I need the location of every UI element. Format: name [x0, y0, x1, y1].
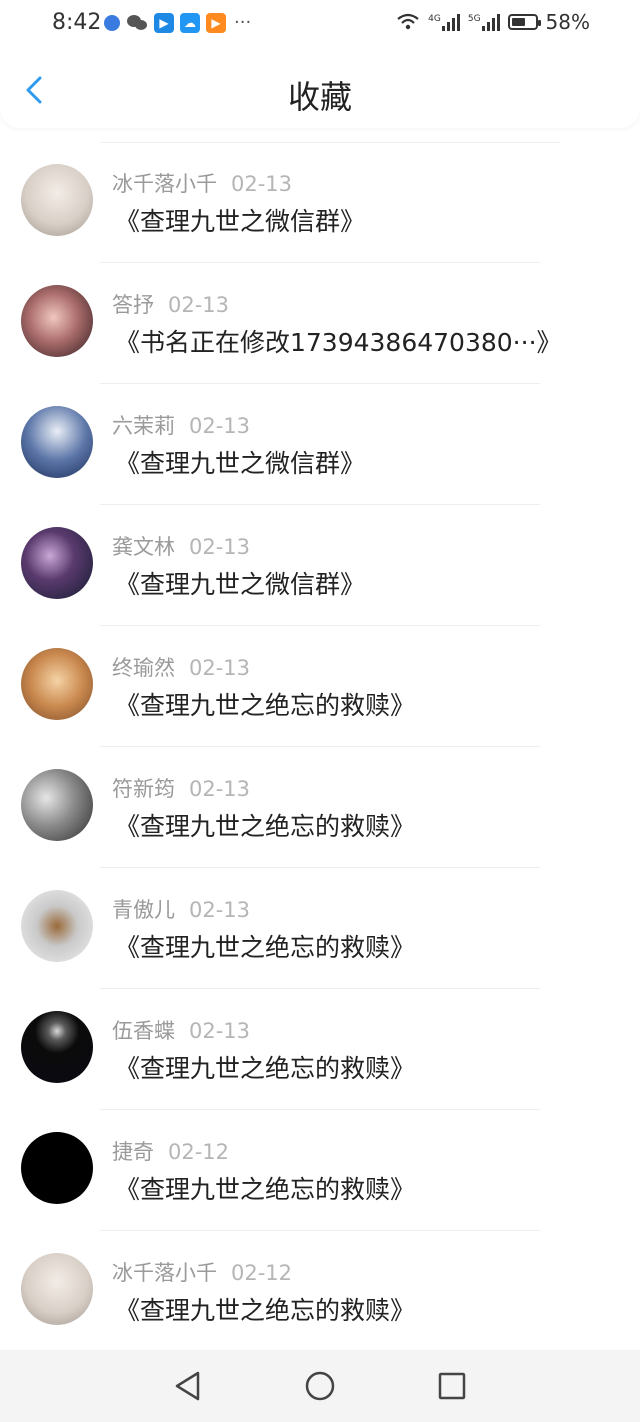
- book-title[interactable]: 《书名正在修改17394386470380···》: [115, 323, 562, 359]
- avatar[interactable]: [21, 406, 93, 478]
- app-header: 收藏: [0, 48, 640, 128]
- book-title[interactable]: 《查理九世之绝忘的救赎》: [115, 807, 415, 843]
- book-title[interactable]: 《查理九世之微信群》: [115, 565, 365, 601]
- book-title[interactable]: 《查理九世之绝忘的救赎》: [115, 928, 415, 964]
- nav-back-button[interactable]: [168, 1366, 208, 1406]
- item-date: 02-13: [189, 1019, 251, 1043]
- book-title[interactable]: 《查理九世之绝忘的救赎》: [115, 1170, 415, 1206]
- nav-recents-button[interactable]: [432, 1366, 472, 1406]
- list-item[interactable]: 答抒 02-13 《书名正在修改17394386470380···》: [0, 263, 640, 384]
- avatar[interactable]: [21, 285, 93, 357]
- avatar[interactable]: [21, 890, 93, 962]
- avatar[interactable]: [21, 164, 93, 236]
- item-date: 02-13: [189, 656, 251, 680]
- avatar[interactable]: [21, 1132, 93, 1204]
- favorites-list: 冰千落小千 02-13 《查理九世之微信群》 答抒 02-13 《书名正在修改173…: [0, 142, 640, 1352]
- list-item[interactable]: 捷奇 02-12 《查理九世之绝忘的救赎》: [0, 1110, 640, 1231]
- user-name[interactable]: 终瑜然: [112, 656, 175, 680]
- circle-home-icon: [305, 1371, 335, 1401]
- weather-icon: ☁: [180, 12, 200, 33]
- user-name[interactable]: 六茉莉: [112, 414, 175, 438]
- user-name[interactable]: 龚文林: [112, 535, 175, 559]
- user-name[interactable]: 捷奇: [112, 1140, 154, 1164]
- battery-level: [511, 18, 525, 26]
- list-item[interactable]: 伍香蝶 02-13 《查理九世之绝忘的救赎》: [0, 989, 640, 1110]
- browser-icon: [104, 14, 120, 31]
- triangle-back-icon: [175, 1371, 200, 1401]
- video-app-icon: ▶: [206, 12, 226, 33]
- item-date: 02-13: [189, 535, 251, 559]
- signal-bars-icon: [481, 13, 500, 31]
- page-title: 收藏: [287, 78, 352, 116]
- item-date: 02-12: [168, 1140, 230, 1164]
- avatar[interactable]: [21, 1011, 93, 1083]
- wifi-icon: [397, 13, 419, 30]
- avatar[interactable]: [21, 648, 93, 720]
- item-date: 02-13: [168, 293, 230, 317]
- item-date: 02-13: [189, 777, 251, 801]
- list-item[interactable]: 冰千落小千 02-12 《查理九世之绝忘的救赎》: [0, 1231, 640, 1352]
- more-notifications-icon: ···: [234, 12, 252, 33]
- user-name[interactable]: 青傲儿: [112, 898, 175, 922]
- list-item[interactable]: 符新筠 02-13 《查理九世之绝忘的救赎》: [0, 747, 640, 868]
- square-recents-icon: [438, 1372, 466, 1400]
- item-date: 02-13: [189, 414, 251, 438]
- book-title[interactable]: 《查理九世之绝忘的救赎》: [115, 1291, 415, 1327]
- item-date: 02-12: [231, 1261, 293, 1285]
- notification-icons: ▶ ☁ ▶ ···: [104, 12, 251, 33]
- item-date: 02-13: [189, 898, 251, 922]
- book-title[interactable]: 《查理九世之绝忘的救赎》: [115, 1049, 415, 1085]
- signal-4g: 4G: [428, 13, 460, 31]
- user-name[interactable]: 答抒: [112, 293, 154, 317]
- avatar[interactable]: [21, 769, 93, 841]
- list-item[interactable]: 终瑜然 02-13 《查理九世之绝忘的救赎》: [0, 626, 640, 747]
- signal-5g: 5G: [468, 13, 500, 31]
- user-name[interactable]: 冰千落小千: [112, 1261, 217, 1285]
- list-item[interactable]: 冰千落小千 02-13 《查理九世之微信群》: [0, 142, 640, 263]
- avatar[interactable]: [21, 527, 93, 599]
- list-item[interactable]: 青傲儿 02-13 《查理九世之绝忘的救赎》: [0, 868, 640, 989]
- battery-icon: [507, 14, 541, 30]
- book-title[interactable]: 《查理九世之微信群》: [115, 444, 365, 480]
- user-name[interactable]: 冰千落小千: [112, 172, 217, 196]
- status-right: 4G 5G 58%: [396, 10, 590, 34]
- user-name[interactable]: 符新筠: [112, 777, 175, 801]
- user-name[interactable]: 伍香蝶: [112, 1019, 175, 1043]
- list-item[interactable]: 六茉莉 02-13 《查理九世之微信群》: [0, 384, 640, 505]
- tencent-video-icon: ▶: [154, 12, 174, 33]
- list-item[interactable]: 龚文林 02-13 《查理九世之微信群》: [0, 505, 640, 626]
- status-time: 8:42: [52, 10, 102, 35]
- nav-home-button[interactable]: [300, 1366, 340, 1406]
- status-bar: 8:42 ▶ ☁ ▶ ··· 4G 5G 58%: [0, 0, 640, 48]
- avatar[interactable]: [21, 1253, 93, 1325]
- wechat-icon: [127, 14, 147, 30]
- system-navbar: [0, 1350, 640, 1422]
- book-title[interactable]: 《查理九世之绝忘的救赎》: [115, 686, 415, 722]
- book-title[interactable]: 《查理九世之微信群》: [115, 202, 365, 238]
- signal-bars-icon: [441, 13, 460, 31]
- item-date: 02-13: [231, 172, 293, 196]
- battery-percent: 58%: [545, 10, 590, 34]
